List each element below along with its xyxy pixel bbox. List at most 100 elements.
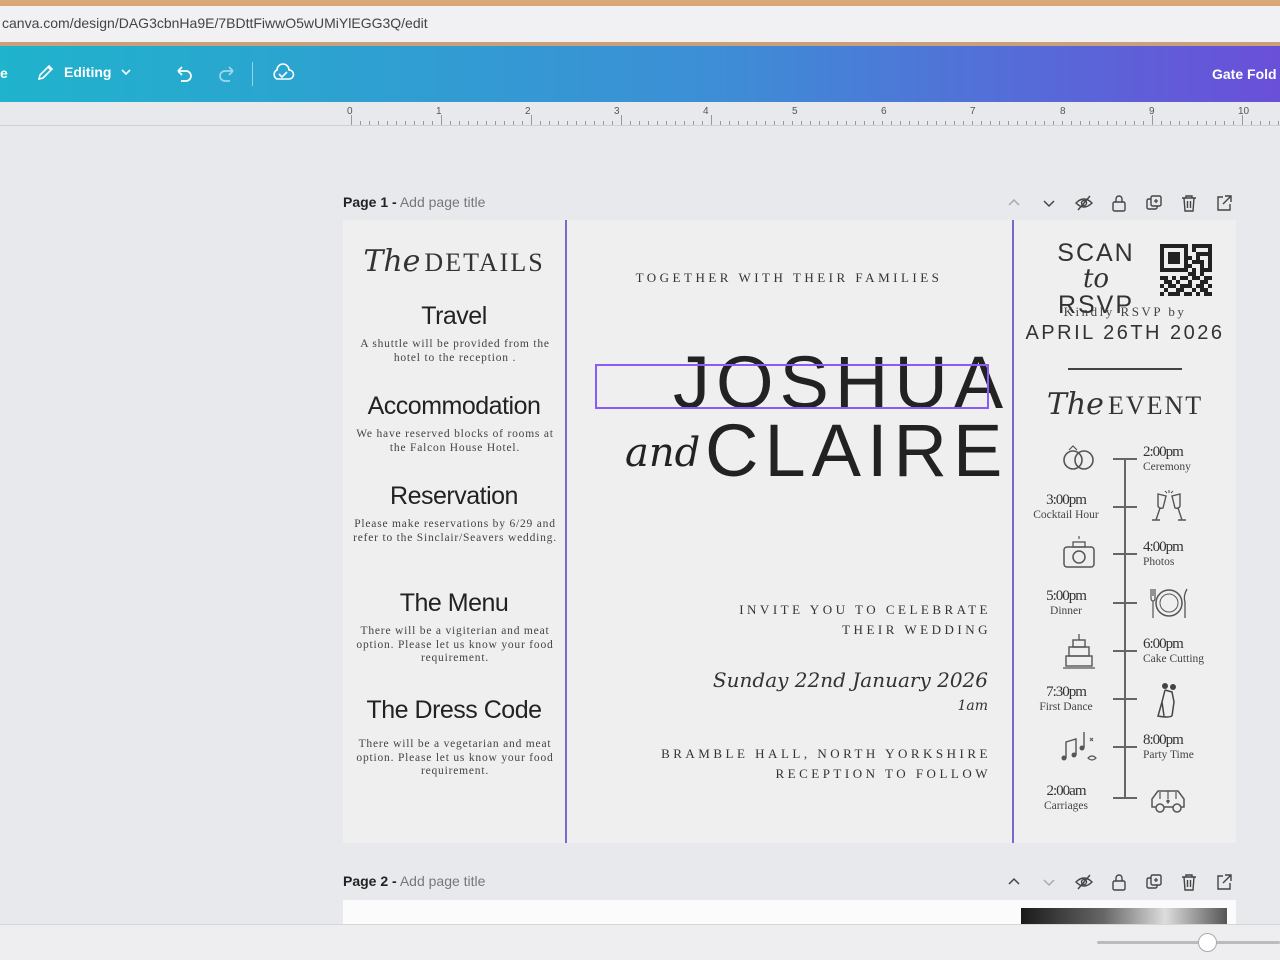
invite-text[interactable]: INVITE YOU TO CELEBRATE THEIR WEDDING (739, 600, 991, 640)
delete-page-button[interactable] (1178, 871, 1199, 892)
event-time[interactable]: 8:00pm (1143, 732, 1184, 749)
document-title[interactable]: Gate Fold (1212, 66, 1277, 82)
champagne-glasses-icon[interactable] (1148, 488, 1190, 526)
details-title[interactable]: The DETAILS (343, 244, 565, 279)
editing-label: Editing (64, 64, 112, 80)
event-label[interactable]: Ceremony (1143, 461, 1191, 473)
event-time[interactable]: 3:00pm (1025, 492, 1107, 509)
url-text[interactable]: canva.com/design/DAG3cbnHa9E/7BDttFiwwO5… (2, 15, 428, 31)
event-label[interactable]: Photos (1143, 556, 1174, 568)
menu-partial-label[interactable]: e (0, 65, 8, 81)
lock-page-button[interactable] (1108, 192, 1129, 213)
rsvp-date[interactable]: APRIL 26TH 2026 (1014, 322, 1236, 345)
ruler-mark (747, 121, 748, 125)
redo-icon (219, 66, 234, 82)
event-time[interactable]: 2:00am (1025, 783, 1107, 800)
detail-body[interactable]: Please make reservations by 6/29 and ref… (347, 518, 563, 545)
zoom-slider-track[interactable] (1097, 941, 1280, 944)
detail-heading[interactable]: The Dress Code (343, 696, 565, 725)
kindly-rsvp[interactable]: Kindly RSVP by (1014, 304, 1236, 320)
design-page-2[interactable] (343, 900, 1236, 924)
detail-body[interactable]: A shuttle will be provided from the hote… (347, 338, 563, 365)
add-page-button[interactable] (1213, 871, 1234, 892)
browser-url-bar[interactable]: canva.com/design/DAG3cbnHa9E/7BDttFiwwO5… (0, 0, 1280, 46)
camera-icon[interactable] (1058, 535, 1100, 573)
ruler-mark (963, 121, 964, 125)
ruler-mark (990, 121, 991, 125)
timeline-tick (1113, 458, 1137, 460)
ruler-tick-label: 8 (1060, 106, 1066, 117)
add-page-button[interactable] (1213, 192, 1234, 213)
lock-icon (1111, 873, 1126, 891)
rings-icon[interactable] (1058, 440, 1100, 478)
event-time[interactable]: 5:00pm (1025, 588, 1107, 605)
event-label[interactable]: Party Time (1143, 749, 1194, 761)
event-title[interactable]: The EVENT (1014, 387, 1236, 422)
dancing-couple-icon[interactable] (1148, 680, 1190, 718)
cake-icon[interactable] (1058, 632, 1100, 670)
detail-body[interactable]: There will be a vigiterian and meat opti… (347, 625, 563, 666)
hide-page-button[interactable] (1073, 871, 1094, 892)
editing-mode-button[interactable]: Editing (36, 62, 133, 82)
ruler-mark (981, 121, 982, 125)
event-time[interactable]: 6:00pm (1143, 636, 1184, 653)
zoom-slider-handle[interactable] (1198, 933, 1217, 952)
event-label[interactable]: Cocktail Hour (1025, 509, 1107, 521)
event-label[interactable]: Dinner (1025, 605, 1107, 617)
undo-icon (177, 66, 192, 82)
redo-button[interactable] (215, 60, 241, 86)
detail-heading[interactable]: Reservation (343, 482, 565, 511)
move-page-down-button[interactable] (1038, 192, 1059, 213)
ruler-mark (657, 121, 658, 125)
event-time[interactable]: 4:00pm (1143, 539, 1184, 556)
ruler-mark (621, 115, 622, 125)
design-page-1[interactable]: The DETAILS Travel A shuttle will be provi… (343, 220, 1236, 843)
page-2-title-input[interactable]: Add page title (400, 873, 486, 889)
detail-body[interactable]: There will be a vegetarian and meat opti… (347, 738, 563, 779)
car-icon[interactable] (1148, 779, 1190, 817)
ruler-mark (540, 121, 541, 125)
event-label[interactable]: First Dance (1025, 701, 1107, 713)
ruler-mark (387, 121, 388, 125)
wedding-date[interactable]: Sunday 22nd January 2026 (713, 668, 988, 692)
ruler-mark (1206, 121, 1207, 125)
horizontal-ruler: 0 1 2 3 4 5 6 7 8 9 10 (0, 102, 1280, 126)
detail-heading[interactable]: Travel (343, 302, 565, 331)
selection-box[interactable] (595, 364, 989, 409)
together-line[interactable]: TOGETHER WITH THEIR FAMILIES (566, 270, 1012, 286)
bride-name[interactable]: CLAIRE (705, 408, 1008, 493)
ruler-mark (684, 121, 685, 125)
timeline-tick (1113, 506, 1137, 508)
ruler-mark (576, 121, 577, 125)
event-time[interactable]: 2:00pm (1143, 444, 1184, 461)
event-time[interactable]: 7:30pm (1025, 684, 1107, 701)
qr-code-icon[interactable] (1160, 244, 1212, 296)
venue-text[interactable]: BRAMBLE HALL, NORTH YORKSHIRE RECEPTION … (661, 744, 991, 784)
duplicate-page-button[interactable] (1143, 192, 1164, 213)
event-label[interactable]: Carriages (1025, 800, 1107, 812)
and-script[interactable]: and (625, 430, 700, 476)
chevron-up-icon (1007, 198, 1020, 206)
move-page-up-button[interactable] (1003, 871, 1024, 892)
duplicate-page-button[interactable] (1143, 871, 1164, 892)
detail-heading[interactable]: Accommodation (343, 392, 565, 421)
save-status-button[interactable] (270, 60, 296, 86)
undo-button[interactable] (170, 60, 196, 86)
ruler-mark (1098, 121, 1099, 125)
detail-heading[interactable]: The Menu (343, 589, 565, 618)
detail-body[interactable]: We have reserved blocks of rooms at the … (347, 428, 563, 455)
event-label[interactable]: Cake Cutting (1143, 653, 1204, 665)
delete-page-button[interactable] (1178, 192, 1199, 213)
move-page-down-button[interactable] (1038, 871, 1059, 892)
ruler-tick-label: 7 (970, 106, 976, 117)
move-page-up-button[interactable] (1003, 192, 1024, 213)
wedding-time[interactable]: 1am (957, 698, 988, 714)
music-notes-icon[interactable] (1058, 728, 1100, 766)
ruler-mark (558, 121, 559, 125)
plate-cutlery-icon[interactable] (1148, 584, 1190, 622)
ruler-mark (801, 121, 802, 125)
hide-page-button[interactable] (1073, 192, 1094, 213)
lock-page-button[interactable] (1108, 871, 1129, 892)
ruler-mark (423, 121, 424, 125)
page-1-title-input[interactable]: Add page title (400, 194, 486, 210)
